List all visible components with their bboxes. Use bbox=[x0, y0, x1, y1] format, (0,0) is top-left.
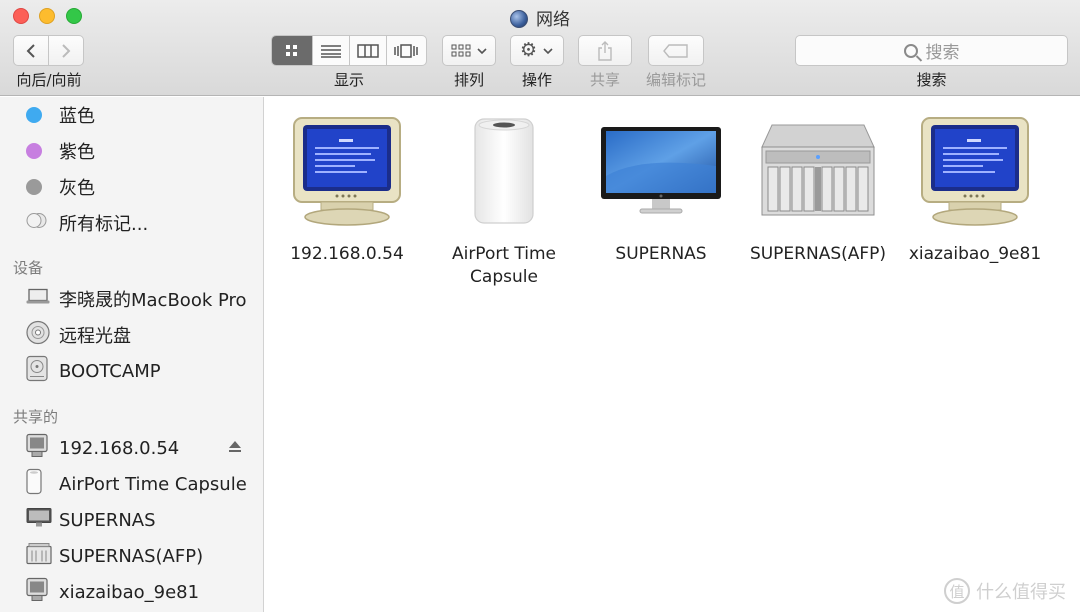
network-item-name: AirPort Time Capsule bbox=[451, 244, 557, 287]
sidebar-item-remote-disc[interactable]: 远程光盘 bbox=[0, 319, 264, 351]
back-button[interactable] bbox=[13, 35, 49, 66]
network-item-192-168-0-54[interactable]: 192.168.0.54 bbox=[272, 111, 422, 266]
network-item-name: 192.168.0.54 bbox=[290, 244, 404, 264]
watermark-text: 什么值得买 bbox=[976, 582, 1066, 603]
sidebar-item-tag-purple[interactable]: 紫色 bbox=[0, 135, 264, 167]
sidebar-item-192-168-0-54[interactable]: 192.168.0.54 bbox=[0, 432, 264, 464]
column-view-button[interactable] bbox=[350, 36, 387, 65]
display-icon bbox=[26, 508, 52, 533]
search-placeholder: 搜索 bbox=[925, 43, 960, 63]
crt-computer-icon bbox=[272, 111, 422, 231]
network-item-name: SUPERNAS bbox=[615, 244, 707, 264]
network-item-name: SUPERNAS(AFP) bbox=[749, 244, 887, 264]
sidebar-item-label: BOOTCAMP bbox=[59, 360, 161, 382]
sidebar-item-label: SUPERNAS bbox=[59, 509, 156, 531]
view-segmented-control[interactable] bbox=[271, 35, 427, 66]
grid-icon bbox=[286, 44, 298, 56]
network-item-name: xiazaibao_9e81 bbox=[908, 244, 1042, 264]
sidebar-item-label: SUPERNAS(AFP) bbox=[59, 545, 204, 567]
chevron-down-icon bbox=[476, 47, 487, 54]
sidebar-item-label: AirPort Time Capsule bbox=[59, 473, 247, 495]
forward-button[interactable] bbox=[48, 35, 84, 66]
airport-icon bbox=[26, 468, 42, 500]
sidebar-item-label: xiazaibao_9e81 bbox=[59, 581, 200, 603]
cover-flow-icon bbox=[394, 43, 419, 58]
chevron-right-icon bbox=[62, 43, 71, 58]
network-item-supernas[interactable]: SUPERNAS bbox=[586, 111, 736, 266]
file-browser: 192.168.0.54 AirPort Time Capsule SUPERN… bbox=[265, 97, 1080, 612]
edit-tags-button[interactable] bbox=[648, 35, 704, 66]
sidebar-item-airport[interactable]: AirPort Time Capsule bbox=[0, 468, 264, 500]
globe-icon bbox=[510, 10, 528, 28]
disc-icon bbox=[26, 320, 50, 350]
sidebar-item-macbook[interactable]: 李晓晟的MacBook Pro bbox=[0, 283, 264, 315]
gear-icon: ⚙ bbox=[519, 39, 538, 61]
sidebar-item-tag-blue[interactable]: 蓝色 bbox=[0, 99, 264, 131]
sidebar-item-label: 蓝色 bbox=[59, 106, 95, 127]
chevron-left-icon bbox=[26, 43, 35, 58]
sidebar-item-supernas-afp[interactable]: SUPERNAS(AFP) bbox=[0, 540, 264, 572]
share-icon bbox=[598, 40, 612, 61]
devices-section-header: 设备 bbox=[13, 259, 44, 277]
nav-label: 向后/向前 bbox=[16, 71, 82, 89]
computer-icon bbox=[26, 433, 48, 463]
gray-tag-dot-icon bbox=[26, 179, 42, 195]
window-title: 网络 bbox=[0, 5, 1080, 30]
search-icon bbox=[903, 43, 918, 58]
tag-icon bbox=[663, 43, 688, 58]
cinema-display-icon bbox=[586, 111, 736, 231]
sidebar-item-label: 紫色 bbox=[59, 142, 95, 163]
shared-section-header: 共享的 bbox=[13, 408, 59, 426]
crt-computer-icon bbox=[900, 111, 1050, 231]
laptop-icon bbox=[26, 288, 50, 310]
watermark: 值 什么值得买 bbox=[944, 578, 1066, 604]
sidebar: 蓝色 紫色 灰色 所有标记... 设备 李晓晟的MacBook Pro 远程光盘… bbox=[0, 97, 264, 612]
sidebar-item-bootcamp[interactable]: BOOTCAMP bbox=[0, 355, 264, 387]
computer-icon bbox=[26, 577, 48, 607]
sidebar-item-supernas[interactable]: SUPERNAS bbox=[0, 504, 264, 536]
sidebar-item-tag-gray[interactable]: 灰色 bbox=[0, 171, 264, 203]
blue-tag-dot-icon bbox=[26, 107, 42, 123]
window-title-text: 网络 bbox=[536, 10, 570, 30]
sidebar-item-label: 李晓晟的MacBook Pro bbox=[59, 290, 247, 311]
arrange-button[interactable] bbox=[442, 35, 496, 66]
toolbar: 网络 向后/向前 显示 排列 ⚙ 操作 共享 编辑标记 搜索 搜索 bbox=[0, 0, 1080, 96]
network-item-supernas-afp[interactable]: SUPERNAS(AFP) bbox=[743, 111, 893, 266]
sidebar-item-all-tags[interactable]: 所有标记... bbox=[0, 207, 264, 239]
share-label: 共享 bbox=[589, 71, 620, 89]
airport-time-capsule-icon bbox=[429, 111, 579, 231]
cover-flow-button[interactable] bbox=[387, 36, 426, 65]
server-icon bbox=[26, 543, 52, 570]
sidebar-item-xiazaibao[interactable]: xiazaibao_9e81 bbox=[0, 576, 264, 608]
arrange-label: 排列 bbox=[453, 71, 484, 89]
list-view-button[interactable] bbox=[313, 36, 350, 65]
search-field[interactable]: 搜索 bbox=[795, 35, 1068, 66]
purple-tag-dot-icon bbox=[26, 143, 42, 159]
columns-icon bbox=[357, 43, 379, 58]
all-tags-icon bbox=[26, 212, 48, 235]
sidebar-item-label: 远程光盘 bbox=[59, 326, 131, 347]
watermark-logo-icon: 值 bbox=[944, 578, 970, 604]
network-item-airport-time-capsule[interactable]: AirPort Time Capsule bbox=[429, 111, 579, 289]
hard-drive-icon bbox=[26, 355, 48, 387]
action-button[interactable]: ⚙ bbox=[510, 35, 564, 66]
list-icon bbox=[321, 44, 342, 58]
xserve-raid-icon bbox=[743, 111, 893, 231]
arrange-grid-icon bbox=[451, 44, 470, 56]
network-item-xiazaibao[interactable]: xiazaibao_9e81 bbox=[900, 111, 1050, 266]
icon-view-button[interactable] bbox=[272, 36, 314, 65]
sidebar-item-label: 192.168.0.54 bbox=[59, 437, 180, 459]
search-label: 搜索 bbox=[916, 71, 947, 89]
view-label: 显示 bbox=[333, 71, 364, 89]
sidebar-item-label: 灰色 bbox=[59, 178, 95, 199]
share-button[interactable] bbox=[578, 35, 632, 66]
action-label: 操作 bbox=[521, 71, 552, 89]
sidebar-item-label: 所有标记... bbox=[59, 214, 149, 235]
chevron-down-icon bbox=[543, 47, 553, 54]
eject-icon[interactable] bbox=[229, 441, 241, 453]
tags-label: 编辑标记 bbox=[645, 71, 706, 89]
